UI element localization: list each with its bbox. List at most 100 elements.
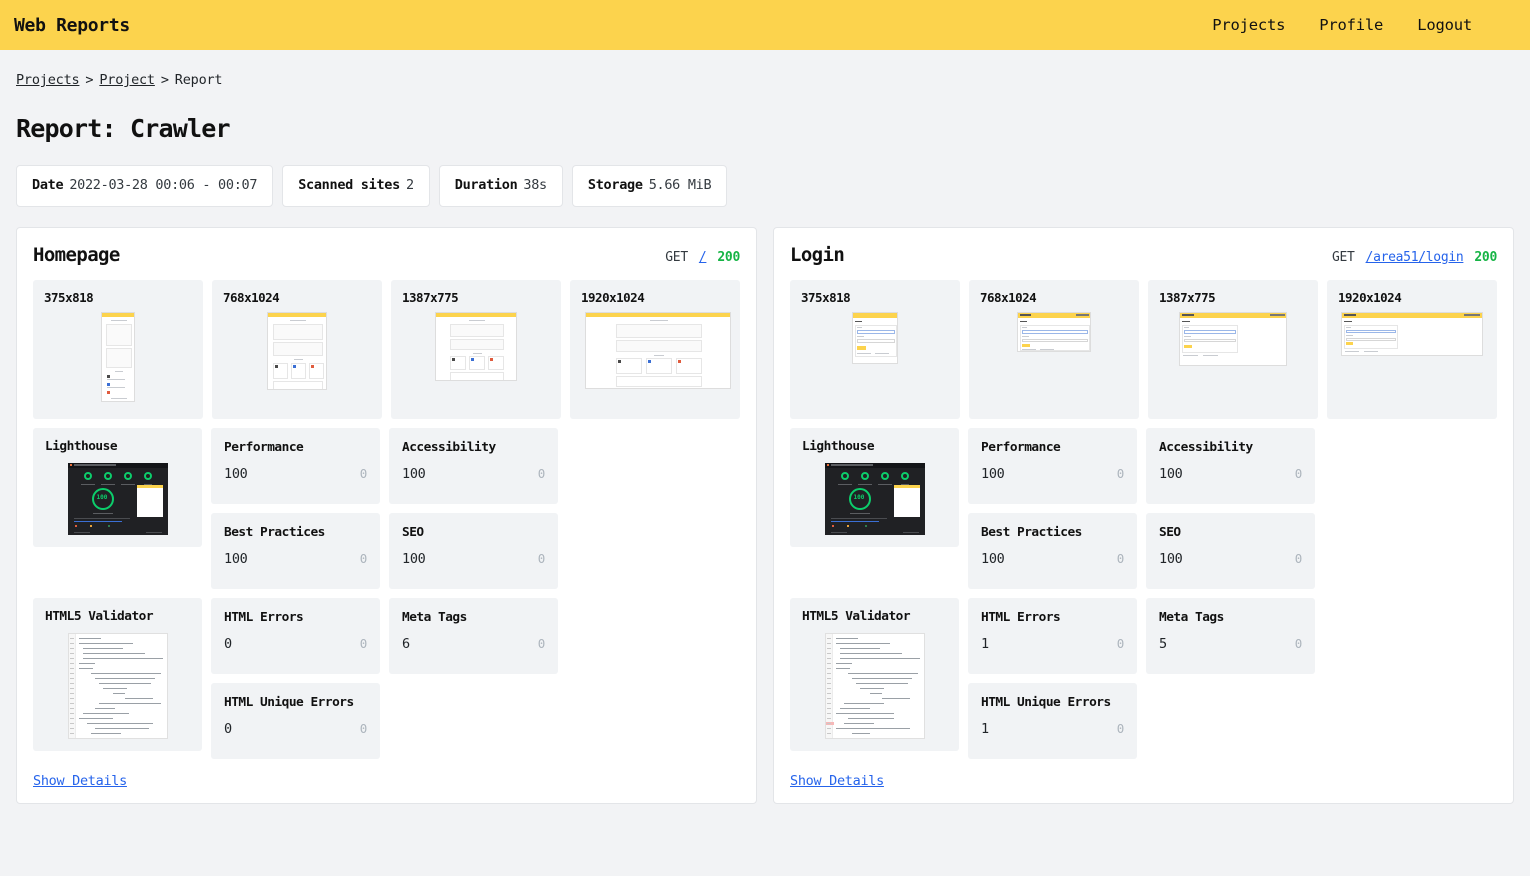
nav-links: Projects Profile Logout xyxy=(1212,16,1514,34)
page-title: Report: Crawler xyxy=(16,114,231,143)
screenshot-thumbnail[interactable] xyxy=(267,311,327,390)
metric-spacer xyxy=(389,683,558,759)
metric-row: HTML Unique Errors 1 0 xyxy=(968,682,1497,759)
metric-delta: 0 xyxy=(1294,465,1303,481)
request-url-link[interactable]: / xyxy=(699,250,707,265)
panel-request-info: GET /area51/login 200 xyxy=(1332,250,1497,265)
metric-value: 100 xyxy=(224,465,248,482)
lighthouse-report-thumbnail[interactable]: 100 xyxy=(824,462,925,535)
metric-title: HTML Unique Errors xyxy=(224,694,354,710)
breadcrumb-item-projects[interactable]: Projects xyxy=(16,72,80,88)
screenshot-resolution-label: 1920x1024 xyxy=(581,289,645,305)
screenshot-card-1387x775[interactable]: 1387x775 xyxy=(1148,279,1318,419)
screenshot-card-1387x775[interactable]: 1387x775 xyxy=(391,279,561,419)
screenshot-resolution-label: 768x1024 xyxy=(223,289,280,305)
metric-delta: 0 xyxy=(1116,465,1125,481)
request-url-link[interactable]: /area51/login xyxy=(1366,250,1464,265)
screenshot-row: 375x818 768x1024 1387x775 1920x1024 xyxy=(33,279,740,419)
screenshot-thumbnail[interactable] xyxy=(852,311,898,364)
breadcrumb-item-project[interactable]: Project xyxy=(99,72,155,88)
breadcrumb-separator: > xyxy=(160,72,169,88)
metric-performance: Performance 100 0 xyxy=(211,427,380,504)
breadcrumb-separator: > xyxy=(85,72,94,88)
metric-title: Meta Tags xyxy=(402,609,467,625)
metric-title: Meta Tags xyxy=(1159,609,1224,625)
metric-best-practices: Best Practices 100 0 xyxy=(968,512,1137,589)
metric-accessibility: Accessibility 100 0 xyxy=(1146,427,1315,504)
metric-value: 0 xyxy=(224,635,232,652)
screenshot-thumbnail[interactable] xyxy=(585,311,732,389)
metric-delta: 0 xyxy=(1116,550,1125,566)
summary-label: Duration xyxy=(454,177,518,193)
lighthouse-report-thumbnail[interactable]: 100 xyxy=(67,462,168,535)
nav-link-logout[interactable]: Logout xyxy=(1417,16,1472,34)
request-status-code: 200 xyxy=(1474,249,1497,265)
screenshot-card-1920x1024[interactable]: 1920x1024 xyxy=(570,279,740,419)
metric-value: 0 xyxy=(224,720,232,737)
summary-card-duration: Duration 38s xyxy=(438,165,563,207)
metric-value: 100 xyxy=(1159,465,1183,482)
metric-delta: 0 xyxy=(1116,635,1125,651)
panel-header: Login GET /area51/login 200 xyxy=(790,244,1497,266)
metric-title: HTML Unique Errors xyxy=(981,694,1111,710)
metric-spacer xyxy=(1146,683,1315,759)
panel-homepage: Homepage GET / 200 375x818 768x1024 1387… xyxy=(16,226,757,804)
lighthouse-metrics: Performance 100 0 Accessibility 100 0 Be… xyxy=(968,427,1497,589)
metric-value: 6 xyxy=(402,635,410,652)
summary-value: 5.66 MiB xyxy=(648,177,712,193)
lighthouse-band: Lighthouse 100 Performance 100 0 Accessi… xyxy=(33,427,740,589)
screenshot-resolution-label: 375x818 xyxy=(44,289,94,305)
nav-link-profile[interactable]: Profile xyxy=(1319,16,1383,34)
metric-delta: 0 xyxy=(537,550,546,566)
lighthouse-card: Lighthouse 100 xyxy=(33,427,202,547)
metric-value: 100 xyxy=(402,550,426,567)
metric-row: HTML Errors 1 0 Meta Tags 5 0 xyxy=(968,597,1497,674)
request-status-code: 200 xyxy=(717,249,740,265)
metric-row: Best Practices 100 0 SEO 100 0 xyxy=(968,512,1497,589)
lighthouse-card: Lighthouse 100 xyxy=(790,427,959,547)
metric-row: Best Practices 100 0 SEO 100 0 xyxy=(211,512,740,589)
metric-meta-tags: Meta Tags 5 0 xyxy=(1146,597,1315,674)
metric-delta: 0 xyxy=(1294,550,1303,566)
panel-header: Homepage GET / 200 xyxy=(33,244,740,266)
screenshot-card-375x818[interactable]: 375x818 xyxy=(790,279,960,419)
metric-html-errors: HTML Errors 0 0 xyxy=(211,597,380,674)
screenshot-thumbnail[interactable] xyxy=(1179,311,1287,366)
screenshot-thumbnail[interactable] xyxy=(101,311,135,402)
screenshot-card-1920x1024[interactable]: 1920x1024 xyxy=(1327,279,1497,419)
metric-row: Performance 100 0 Accessibility 100 0 xyxy=(211,427,740,504)
metric-title: HTML Errors xyxy=(981,609,1061,625)
metric-delta: 0 xyxy=(1294,635,1303,651)
screenshot-thumbnail[interactable] xyxy=(435,311,517,381)
show-details-link[interactable]: Show Details xyxy=(790,773,884,789)
summary-label: Date xyxy=(32,177,64,193)
lighthouse-band: Lighthouse 100 Performance 100 0 Accessi… xyxy=(790,427,1497,589)
screenshot-card-768x1024[interactable]: 768x1024 xyxy=(969,279,1139,419)
summary-card-date: Date 2022-03-28 00:06 - 00:07 xyxy=(16,165,274,207)
validator-report-thumbnail[interactable] xyxy=(824,632,925,739)
metric-title: Accessibility xyxy=(402,439,496,455)
panel-title: Login xyxy=(790,243,845,266)
app-brand: Web Reports xyxy=(14,14,130,36)
screenshot-card-768x1024[interactable]: 768x1024 xyxy=(212,279,382,419)
metric-best-practices: Best Practices 100 0 xyxy=(211,512,380,589)
metric-value: 100 xyxy=(981,550,1005,567)
metric-title: Best Practices xyxy=(224,524,325,540)
summary-value: 2 xyxy=(405,177,414,193)
nav-link-projects[interactable]: Projects xyxy=(1212,16,1285,34)
metric-title: HTML Errors xyxy=(224,609,304,625)
screenshot-card-375x818[interactable]: 375x818 xyxy=(33,279,203,419)
metric-seo: SEO 100 0 xyxy=(389,512,558,589)
validator-title: HTML5 Validator xyxy=(802,608,911,624)
screenshot-thumbnail[interactable] xyxy=(1017,311,1091,352)
metric-value: 1 xyxy=(981,720,989,737)
metric-delta: 0 xyxy=(1116,720,1125,736)
show-details-link[interactable]: Show Details xyxy=(33,773,127,789)
metric-html-errors: HTML Errors 1 0 xyxy=(968,597,1137,674)
screenshot-resolution-label: 768x1024 xyxy=(980,289,1037,305)
metric-performance: Performance 100 0 xyxy=(968,427,1137,504)
validator-report-thumbnail[interactable] xyxy=(67,632,168,739)
metric-value: 100 xyxy=(402,465,426,482)
screenshot-thumbnail[interactable] xyxy=(1341,311,1483,356)
metric-meta-tags: Meta Tags 6 0 xyxy=(389,597,558,674)
